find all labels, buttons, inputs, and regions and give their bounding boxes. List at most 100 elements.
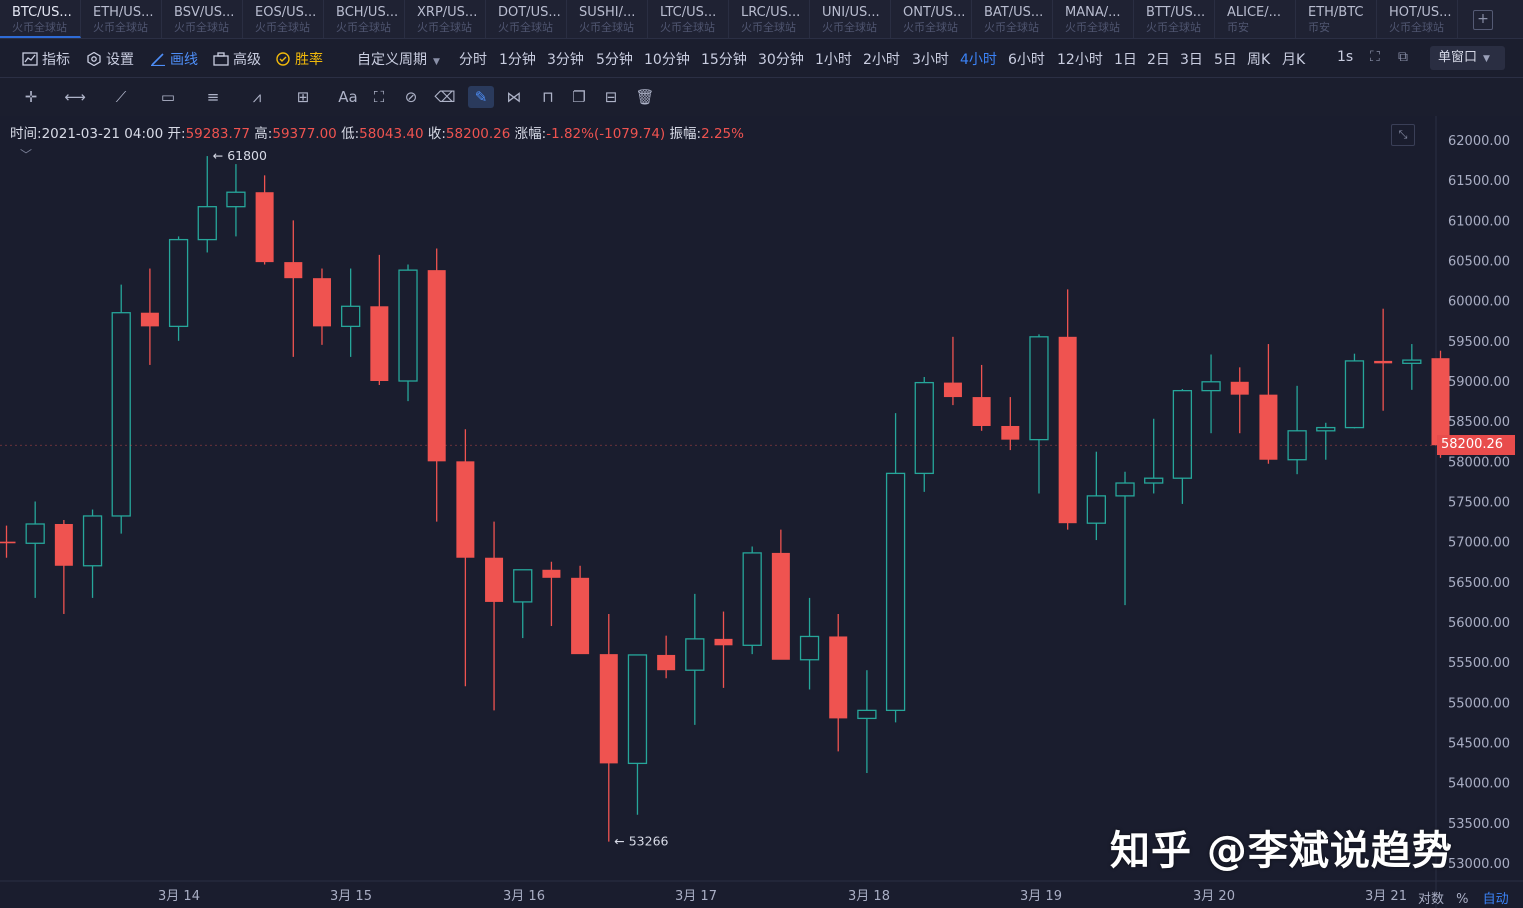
delete-icon[interactable]: 🗑 xyxy=(632,86,658,108)
winrate-button[interactable]: 胜率 xyxy=(275,49,323,69)
period-option[interactable]: 3小时 xyxy=(912,49,949,69)
text-icon[interactable]: Aa xyxy=(335,86,361,108)
symbol-tab[interactable]: LRC/US... 火币全球站 xyxy=(729,0,810,38)
candle-body xyxy=(456,461,475,558)
symbol-tab[interactable]: LTC/US... 火币全球站 xyxy=(648,0,729,38)
settings-button[interactable]: 设置 xyxy=(86,49,134,69)
symbol-tab-name: SUSHI/... xyxy=(579,5,636,20)
add-tab-button[interactable]: + xyxy=(1473,10,1493,30)
price-tick-label: 54500.00 xyxy=(1448,737,1510,752)
period-option[interactable]: 15分钟 xyxy=(701,49,747,69)
draw-button[interactable]: 画线 xyxy=(150,49,198,69)
symbol-tab[interactable]: DOT/US... 火币全球站 xyxy=(486,0,567,38)
candle-body xyxy=(714,638,733,646)
symbol-tab[interactable]: SUSHI/... 火币全球站 xyxy=(567,0,648,38)
crosshair-icon[interactable]: ✛ xyxy=(18,86,44,108)
wave-icon[interactable]: ⩘ xyxy=(244,86,270,108)
high-value: 59377.00 xyxy=(272,126,337,142)
window-mode-select[interactable]: 单窗口 ▼ xyxy=(1430,46,1505,70)
symbol-tab-exchange: 火币全球站 xyxy=(579,21,634,34)
candle-body xyxy=(1431,358,1450,446)
period-option[interactable]: 1分钟 xyxy=(499,49,536,69)
candle-body xyxy=(197,206,217,241)
interval-button[interactable]: 1s xyxy=(1337,49,1353,65)
pattern-icon[interactable]: ⋈ xyxy=(501,86,527,108)
symbol-tab[interactable]: MANA/... 火币全球站 xyxy=(1053,0,1134,38)
symbol-tab-exchange: 火币全球站 xyxy=(1389,21,1444,34)
copy-icon[interactable]: ❐ xyxy=(566,86,592,108)
candle-body xyxy=(255,192,274,263)
symbol-tab[interactable]: HOT/US... 火币全球站 xyxy=(1377,0,1458,38)
auto-scale-button[interactable]: 自动 xyxy=(1483,892,1509,907)
rectangle-icon[interactable]: ▭ xyxy=(155,86,181,108)
popout-icon[interactable]: ⧉ xyxy=(1398,49,1408,65)
horizontal-line-icon[interactable]: ⟷ xyxy=(62,86,88,108)
caret-down-icon: ▼ xyxy=(433,57,440,67)
amplitude-label: 振幅: xyxy=(669,126,702,142)
fib-lines-icon[interactable]: ≡ xyxy=(200,86,226,108)
change-value: -1.82%(-1079.74) xyxy=(546,126,666,142)
eraser-icon[interactable]: ⌫ xyxy=(432,86,458,108)
symbol-tab[interactable]: BTT/US... 火币全球站 xyxy=(1134,0,1215,38)
symbol-tab[interactable]: UNI/US... 火币全球站 xyxy=(810,0,891,38)
trend-line-icon[interactable]: ⟋ xyxy=(108,86,134,108)
period-option[interactable]: 5日 xyxy=(1214,49,1237,69)
price-tick-label: 61500.00 xyxy=(1448,174,1510,189)
symbol-tab[interactable]: ETH/US... 火币全球站 xyxy=(81,0,162,38)
candlestick-chart[interactable]: 62000.00 61500.00 61000.00 60500.00 60000.00… xyxy=(0,116,1523,908)
candle-body xyxy=(226,191,246,208)
drawing-settings-icon[interactable]: ⊟ xyxy=(598,86,624,108)
magnet-icon[interactable]: ⛶ xyxy=(366,86,392,108)
symbol-tab-exchange: 火币全球站 xyxy=(660,21,715,34)
indicators-button[interactable]: 指标 xyxy=(22,49,70,69)
period-option[interactable]: 1日 xyxy=(1114,49,1137,69)
fullscreen-icon[interactable]: ⛶ xyxy=(1370,49,1380,65)
period-option[interactable]: 2日 xyxy=(1147,49,1170,69)
period-option[interactable]: 30分钟 xyxy=(758,49,804,69)
symbol-tab[interactable]: ALICE/... 币安 xyxy=(1215,0,1296,38)
price-tick-label: 54000.00 xyxy=(1448,777,1510,792)
candle-body xyxy=(1115,482,1135,497)
period-option[interactable]: 12小时 xyxy=(1057,49,1103,69)
candle-body xyxy=(599,654,618,764)
symbol-tab[interactable]: ONT/US... 火币全球站 xyxy=(891,0,972,38)
log-scale-button[interactable]: 对数 xyxy=(1418,892,1444,907)
lock-icon[interactable]: ⊓ xyxy=(535,86,561,108)
symbol-tab[interactable]: EOS/US... 火币全球站 xyxy=(243,0,324,38)
percent-scale-button[interactable]: % xyxy=(1456,892,1468,907)
window-mode-label: 单窗口 xyxy=(1438,50,1478,65)
symbol-tab[interactable]: ETH/BTC 币安 xyxy=(1296,0,1377,38)
price-tick-label: 56500.00 xyxy=(1448,576,1510,591)
collapse-chevron-icon[interactable]: ﹀ xyxy=(20,146,32,163)
period-option[interactable]: 3日 xyxy=(1180,49,1203,69)
symbol-tab[interactable]: BCH/US... 火币全球站 xyxy=(324,0,405,38)
period-option[interactable]: 3分钟 xyxy=(547,49,584,69)
symbol-tab[interactable]: BSV/US... 火币全球站 xyxy=(162,0,243,38)
candle-body xyxy=(1402,359,1422,364)
low-value: 58043.40 xyxy=(359,126,424,142)
advanced-button[interactable]: 高级 xyxy=(213,49,261,69)
symbol-tab[interactable]: BAT/US... 火币全球站 xyxy=(972,0,1053,38)
collapse-panel-icon[interactable]: ⤡ xyxy=(1391,124,1415,146)
symbol-tab-bar: BTC/US... 火币全球站 ETH/US... 火币全球站 BSV/US... 火币全… xyxy=(0,0,1523,39)
period-option[interactable]: 2小时 xyxy=(863,49,900,69)
period-option[interactable]: 5分钟 xyxy=(596,49,633,69)
measure-icon[interactable]: ⊞ xyxy=(290,86,316,108)
period-option[interactable]: 分时 xyxy=(459,49,487,69)
period-option[interactable]: 6小时 xyxy=(1008,49,1045,69)
continuous-draw-icon[interactable]: ✎ xyxy=(468,86,494,108)
drawing-toolbar: ✛ ⟷ ⟋ ▭ ≡ ⩘ ⊞ Aa ⛶ ⊘ ⌫ ✎ ⋈ ⊓ ❐ ⊟ 🗑 xyxy=(0,78,1523,116)
period-option[interactable]: 1小时 xyxy=(815,49,852,69)
period-option[interactable]: 月K xyxy=(1282,49,1305,69)
symbol-tab[interactable]: XRP/US... 火币全球站 xyxy=(405,0,486,38)
time-label: 时间: xyxy=(10,126,42,142)
symbol-tab-exchange: 火币全球站 xyxy=(498,21,553,34)
period-option[interactable]: 10分钟 xyxy=(644,49,690,69)
symbol-tab-name: BAT/US... xyxy=(984,5,1044,20)
candle-body xyxy=(111,312,131,517)
period-option[interactable]: 周K xyxy=(1247,49,1270,69)
period-option[interactable]: 4小时 xyxy=(960,49,997,69)
symbol-tab[interactable]: BTC/US... 火币全球站 xyxy=(0,0,81,38)
hide-drawings-icon[interactable]: ⊘ xyxy=(398,86,424,108)
custom-period-dropdown[interactable]: 自定义周期 ▼ xyxy=(357,49,440,69)
